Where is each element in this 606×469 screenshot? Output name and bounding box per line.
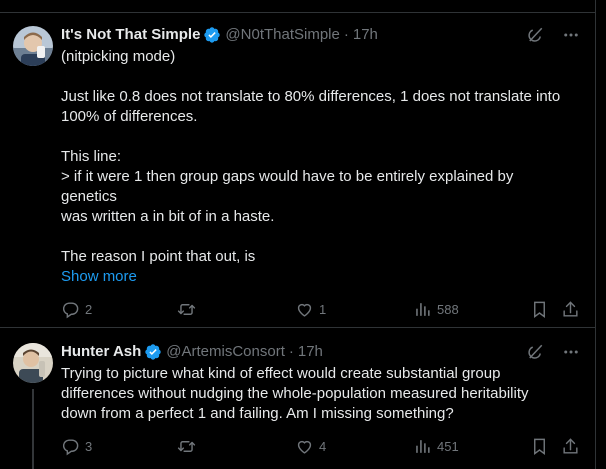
views-button[interactable]: 588	[413, 299, 459, 319]
views-count: 451	[437, 438, 459, 454]
tweet-paragraph: Trying to picture what kind of effect wo…	[61, 365, 529, 422]
bookmark-icon	[534, 438, 545, 455]
separator-dot: ·	[343, 26, 349, 43]
separator-dot: ·	[288, 343, 294, 360]
verified-badge-icon	[203, 26, 221, 44]
retweet-icon	[177, 303, 196, 315]
like-button[interactable]: 1	[295, 299, 326, 319]
tweet-paragraph: The reason I point that out, is	[61, 248, 256, 265]
author-name[interactable]: Hunter Ash	[61, 342, 141, 362]
retweet-button[interactable]	[177, 436, 201, 456]
bookmark-button[interactable]	[530, 436, 549, 456]
author-name[interactable]: It's Not That Simple	[61, 25, 200, 45]
author-handle[interactable]: @N0tThatSimple	[225, 25, 339, 45]
like-icon	[297, 303, 312, 317]
reply-button[interactable]: 2	[61, 299, 92, 319]
avatar[interactable]	[13, 343, 53, 383]
tweet-text: Trying to picture what kind of effect wo…	[61, 364, 580, 424]
share-icon	[563, 437, 578, 454]
reply-button[interactable]: 3	[61, 436, 92, 456]
timeline-column: It's Not That Simple @N0tThatSimple · 17…	[0, 0, 596, 469]
share-button[interactable]	[561, 436, 580, 456]
tweet[interactable]: It's Not That Simple @N0tThatSimple · 17…	[0, 13, 596, 328]
retweet-button[interactable]	[177, 299, 201, 319]
verified-badge-icon	[144, 343, 162, 361]
bookmark-icon	[534, 301, 545, 318]
tweet-text: (nitpicking mode) Just like 0.8 does not…	[61, 47, 580, 287]
like-count: 1	[319, 301, 327, 317]
author-handle[interactable]: @ArtemisConsort	[166, 342, 285, 362]
share-icon	[563, 300, 578, 317]
tweet-actions: 2 1 588	[61, 299, 581, 319]
thread-line	[32, 389, 34, 469]
reply-icon	[62, 438, 79, 455]
bookmark-button[interactable]	[530, 299, 549, 319]
show-more-link[interactable]: Show more	[61, 267, 137, 287]
timestamp[interactable]: 17h	[298, 342, 323, 362]
views-icon	[416, 302, 430, 316]
more-icon[interactable]	[562, 343, 580, 361]
reply-icon	[62, 301, 79, 318]
reply-count: 3	[85, 438, 93, 454]
timestamp[interactable]: 17h	[353, 25, 378, 45]
like-icon	[297, 440, 312, 454]
views-button[interactable]: 451	[413, 436, 459, 456]
tweet-paragraph: Just like 0.8 does not translate to 80% …	[61, 88, 561, 125]
like-button[interactable]: 4	[295, 436, 326, 456]
views-count: 588	[437, 301, 459, 317]
tweet-actions: 3 4 451	[61, 436, 581, 456]
views-icon	[416, 439, 430, 453]
grok-icon[interactable]	[526, 26, 544, 44]
tweet-paragraph: This line: > if it were 1 then group gap…	[61, 148, 514, 225]
like-count: 4	[319, 438, 327, 454]
more-icon[interactable]	[562, 26, 580, 44]
retweet-icon	[177, 440, 196, 452]
share-button[interactable]	[561, 299, 580, 319]
reply-count: 2	[85, 301, 93, 317]
avatar[interactable]	[13, 26, 53, 66]
grok-icon[interactable]	[526, 343, 544, 361]
tweet[interactable]: Hunter Ash @ArtemisConsort · 17h Trying …	[0, 329, 596, 469]
tweet-paragraph: (nitpicking mode)	[61, 48, 176, 65]
